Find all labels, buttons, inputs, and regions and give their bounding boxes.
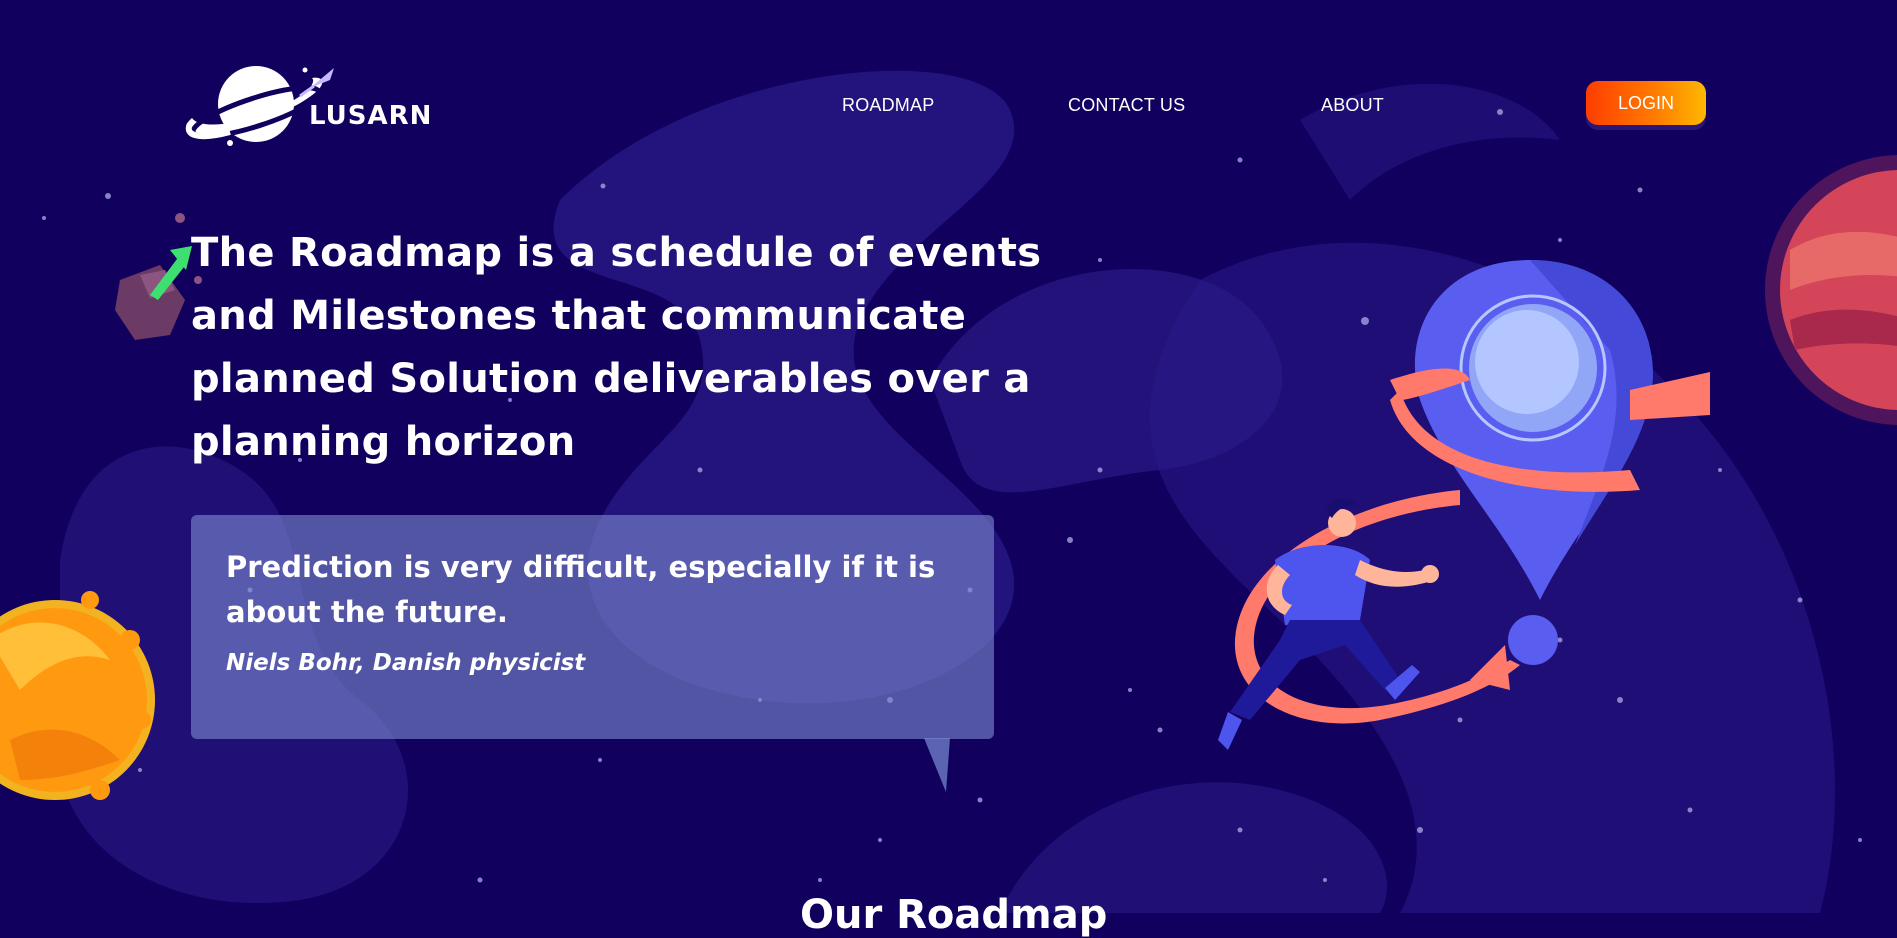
quote-card-tail <box>924 738 950 792</box>
section-title-peek: Our Roadmap <box>800 892 1108 938</box>
quote-author: Niels Bohr, Danish physicist <box>226 650 586 676</box>
brand-logo[interactable]: LUSARN <box>309 101 432 131</box>
login-button[interactable]: LOGIN <box>1586 81 1706 125</box>
nav-roadmap-link[interactable]: ROADMAP <box>842 95 934 116</box>
red-planet-icon <box>1765 155 1897 425</box>
hero-headline: The Roadmap is a schedule of events and … <box>191 230 1042 465</box>
asteroid-icon <box>115 213 202 340</box>
nav-contact-link[interactable]: CONTACT US <box>1068 95 1185 116</box>
quote-text: Prediction is very difficult, especially… <box>226 550 936 629</box>
nav-about-link[interactable]: ABOUT <box>1321 95 1384 116</box>
quote-card: Prediction is very difficult, especially… <box>191 515 994 739</box>
planet-logo-icon <box>185 66 323 146</box>
